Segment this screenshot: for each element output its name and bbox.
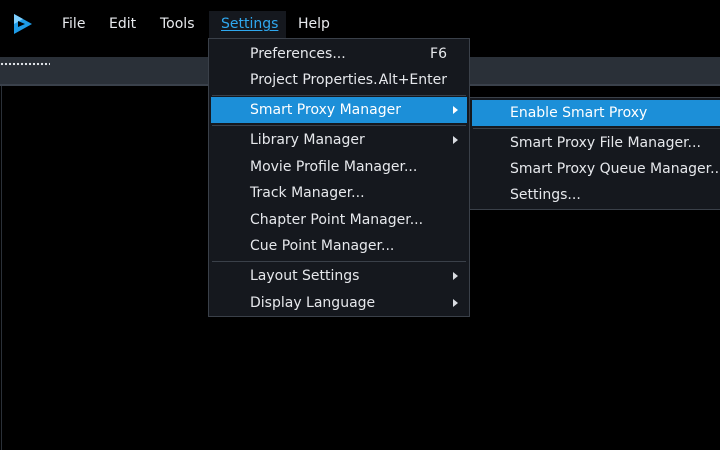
menu-separator — [212, 125, 466, 126]
menu-item-label: Chapter Point Manager... — [250, 212, 424, 228]
menu-item-track-manager[interactable]: Track Manager... — [211, 180, 467, 206]
menu-item-cue-point-manager[interactable]: Cue Point Manager... — [211, 233, 467, 259]
submenu-item-file-manager[interactable]: Smart Proxy File Manager... — [472, 130, 720, 156]
menu-item-movie-profile-manager[interactable]: Movie Profile Manager... — [211, 154, 467, 180]
drag-handle[interactable] — [0, 62, 50, 66]
menu-settings[interactable]: Settings — [209, 11, 286, 38]
submenu-item-label: Settings... — [510, 187, 581, 203]
smart-proxy-submenu: Enable Smart Proxy Smart Proxy File Mana… — [469, 97, 720, 210]
menu-item-label: Smart Proxy Manager — [250, 102, 401, 118]
menu-item-display-language[interactable]: Display Language — [211, 290, 467, 316]
menu-settings-label: Settings — [221, 16, 279, 32]
menu-item-shortcut: F6 — [430, 46, 447, 62]
submenu-item-enable-smart-proxy[interactable]: Enable Smart Proxy — [472, 100, 720, 126]
menu-item-library-manager[interactable]: Library Manager — [211, 127, 467, 153]
play-logo-icon — [14, 14, 32, 34]
menu-help-label: Help — [298, 16, 330, 32]
menu-item-layout-settings[interactable]: Layout Settings — [211, 263, 467, 289]
submenu-item-queue-manager[interactable]: Smart Proxy Queue Manager... — [472, 156, 720, 182]
settings-dropdown: Preferences... F6 Project Properties... … — [208, 38, 470, 317]
menu-item-label: Preferences... — [250, 46, 346, 62]
menu-item-label: Cue Point Manager... — [250, 238, 395, 254]
menu-separator — [473, 128, 720, 129]
chevron-right-icon — [453, 106, 458, 114]
menu-item-chapter-point-manager[interactable]: Chapter Point Manager... — [211, 207, 467, 233]
menu-item-smart-proxy-manager[interactable]: Smart Proxy Manager — [211, 97, 467, 123]
menu-item-label: Library Manager — [250, 132, 365, 148]
submenu-item-label: Enable Smart Proxy — [510, 105, 648, 121]
menu-edit[interactable]: Edit — [97, 11, 148, 38]
menu-item-label: Display Language — [250, 295, 376, 311]
left-panel-edge — [1, 86, 2, 450]
chevron-right-icon — [453, 299, 458, 307]
menu-help[interactable]: Help — [286, 11, 342, 38]
menu-item-label: Track Manager... — [250, 185, 365, 201]
menu-separator — [212, 95, 466, 96]
menu-separator — [212, 261, 466, 262]
chevron-right-icon — [453, 136, 458, 144]
menu-file[interactable]: File — [50, 11, 97, 38]
chevron-right-icon — [453, 272, 458, 280]
menu-item-preferences[interactable]: Preferences... F6 — [211, 41, 467, 67]
menu-item-label: Project Properties... — [250, 72, 387, 88]
menu-tools-label: Tools — [160, 16, 195, 32]
menu-item-label: Movie Profile Manager... — [250, 159, 418, 175]
app-window: File Edit Tools Settings Help Preference… — [0, 0, 720, 450]
menu-edit-label: Edit — [109, 16, 137, 32]
menu-tools[interactable]: Tools — [148, 11, 207, 38]
menu-item-shortcut: Alt+Enter — [378, 72, 447, 88]
submenu-item-label: Smart Proxy Queue Manager... — [510, 161, 720, 177]
menu-file-label: File — [62, 16, 86, 32]
submenu-item-label: Smart Proxy File Manager... — [510, 135, 701, 151]
menu-item-label: Layout Settings — [250, 268, 360, 284]
menu-item-project-properties[interactable]: Project Properties... Alt+Enter — [211, 67, 467, 93]
submenu-item-settings[interactable]: Settings... — [472, 182, 720, 208]
